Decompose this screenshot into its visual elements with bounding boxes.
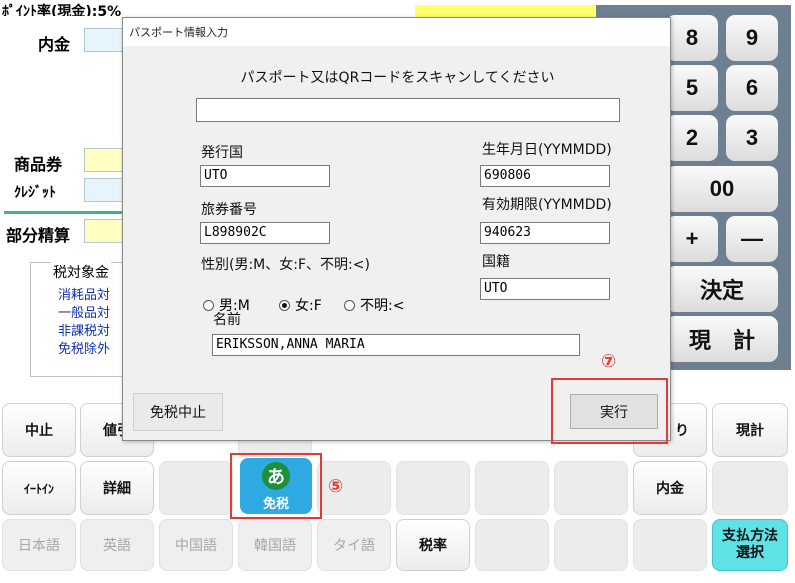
key-6[interactable]: 6 bbox=[726, 65, 778, 111]
subtotal-key[interactable]: 現 計 bbox=[666, 316, 778, 362]
hiragana-a-icon: あ bbox=[262, 462, 290, 490]
gift-certificate-field[interactable] bbox=[84, 148, 124, 172]
gift-certificate-label: 商品券 bbox=[14, 155, 63, 174]
gender-radio-unknown[interactable]: 不明:< bbox=[344, 295, 404, 315]
step-5-marker: ⑤ bbox=[328, 476, 344, 497]
issuing-country-label: 発行国 bbox=[201, 145, 243, 161]
key-8[interactable]: 8 bbox=[666, 15, 718, 61]
nationality-field[interactable]: UTO bbox=[480, 278, 610, 300]
radio-unknown[interactable] bbox=[344, 300, 355, 311]
tax-free-button[interactable]: あ 免税 bbox=[240, 458, 312, 514]
gender-label: 性別(男:M、女:F、不明:<) bbox=[201, 257, 370, 273]
confirm-key[interactable]: 決定 bbox=[666, 266, 778, 312]
gender-female-label: 女:F bbox=[295, 298, 322, 314]
tax-rate-button[interactable]: 税率 bbox=[396, 519, 470, 571]
empty-button[interactable] bbox=[475, 519, 549, 571]
key-2[interactable]: 2 bbox=[666, 115, 718, 161]
payment-method-label-line2: 選択 bbox=[736, 545, 764, 561]
tax-target-title: 税対象金 bbox=[51, 262, 111, 282]
payment-method-label-line1: 支払方法 bbox=[722, 528, 778, 544]
language-chinese-button[interactable]: 中国語 bbox=[159, 519, 233, 571]
empty-button[interactable] bbox=[396, 461, 470, 515]
nationality-label: 国籍 bbox=[482, 254, 510, 270]
subtotal-button[interactable]: 現計 bbox=[712, 403, 788, 457]
execute-highlight bbox=[551, 378, 668, 444]
passport-number-field[interactable]: L898902C bbox=[200, 222, 330, 244]
section-divider bbox=[4, 211, 124, 214]
empty-button[interactable] bbox=[554, 461, 628, 515]
key-9[interactable]: 9 bbox=[726, 15, 778, 61]
empty-button[interactable] bbox=[712, 461, 788, 515]
expiry-date-label: 有効期限(YYMMDD) bbox=[482, 197, 612, 213]
name-field[interactable]: ERIKSSON,ANNA MARIA bbox=[212, 334, 580, 356]
empty-button[interactable] bbox=[475, 461, 549, 515]
tax-item-general: 一般品対 bbox=[58, 306, 111, 321]
gender-unknown-label: 不明:< bbox=[360, 298, 405, 314]
language-english-button[interactable]: 英語 bbox=[80, 519, 154, 571]
deposit-field[interactable] bbox=[84, 28, 124, 52]
deposit-button[interactable]: 内金 bbox=[633, 461, 707, 515]
payment-method-button[interactable]: 支払方法 選択 bbox=[712, 519, 788, 571]
key-00[interactable]: 00 bbox=[666, 166, 778, 212]
language-korean-button[interactable]: 韓国語 bbox=[238, 519, 312, 571]
cancel-transaction-button[interactable]: 中止 bbox=[2, 403, 76, 457]
tax-free-label: 免税 bbox=[262, 497, 289, 512]
step-7-marker: ⑦ bbox=[601, 351, 617, 372]
key-5[interactable]: 5 bbox=[666, 65, 718, 111]
empty-button[interactable] bbox=[554, 519, 628, 571]
tax-item-non-taxable: 非課税対 bbox=[58, 324, 111, 339]
empty-button[interactable] bbox=[159, 461, 233, 515]
deposit-label: 内金 bbox=[38, 35, 71, 54]
partial-settlement-field[interactable] bbox=[84, 219, 124, 243]
scan-input[interactable] bbox=[196, 98, 620, 122]
expiry-date-field[interactable]: 940623 bbox=[480, 222, 610, 244]
scan-instruction: パスポート又はQRコードをスキャンしてください bbox=[240, 70, 555, 86]
dialog-title: パスポート情報入力 bbox=[123, 18, 670, 46]
empty-button[interactable] bbox=[633, 519, 707, 571]
total-amount-field bbox=[415, 5, 595, 17]
tax-item-excluded: 免税除外 bbox=[58, 342, 111, 357]
key-minus[interactable]: — bbox=[726, 216, 778, 262]
radio-female[interactable] bbox=[279, 300, 290, 311]
eat-in-button[interactable]: ｲｰﾄｲﾝ bbox=[2, 461, 76, 515]
credit-label: ｸﾚｼﾞｯﾄ bbox=[14, 185, 56, 201]
details-button[interactable]: 詳細 bbox=[80, 461, 154, 515]
language-japanese-button[interactable]: 日本語 bbox=[2, 519, 76, 571]
gender-radio-female[interactable]: 女:F bbox=[279, 295, 322, 315]
birth-date-field[interactable]: 690806 bbox=[480, 165, 610, 187]
passport-number-label: 旅券番号 bbox=[201, 202, 257, 218]
tax-item-consumables: 消耗品対 bbox=[58, 288, 111, 303]
language-thai-button[interactable]: タイ語 bbox=[317, 519, 391, 571]
birth-date-label: 生年月日(YYMMDD) bbox=[482, 142, 612, 158]
key-3[interactable]: 3 bbox=[726, 115, 778, 161]
partial-settlement-label: 部分精算 bbox=[6, 226, 71, 245]
credit-field[interactable] bbox=[84, 178, 124, 202]
cancel-tax-free-button[interactable]: 免税中止 bbox=[133, 393, 223, 431]
key-plus[interactable]: + bbox=[666, 216, 718, 262]
issuing-country-field[interactable]: UTO bbox=[200, 165, 330, 187]
point-rate-label: ﾎﾟｲﾝﾄ率(現金):5% bbox=[2, 4, 122, 16]
name-label: 名前 bbox=[213, 312, 241, 328]
